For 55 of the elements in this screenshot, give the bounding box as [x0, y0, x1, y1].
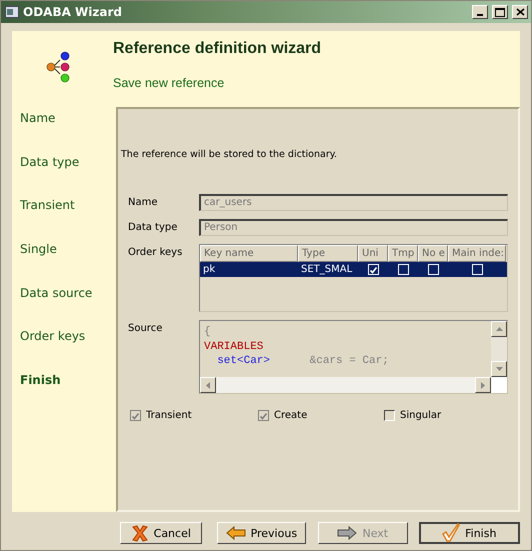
checkbox-label: Singular: [400, 410, 442, 421]
wizard-step: Single: [12, 242, 113, 286]
maximize-button[interactable]: [492, 5, 508, 19]
column-header[interactable]: Key name: [200, 245, 298, 262]
wizard-step: Order keys: [12, 329, 113, 374]
minimize-button[interactable]: [472, 5, 488, 19]
checkmark-icon: [442, 523, 460, 543]
info-message: The reference will be stored to the dictionary.: [121, 149, 338, 160]
arrow-right-icon: [337, 526, 358, 540]
close-button[interactable]: [512, 5, 528, 19]
column-header[interactable]: Type: [298, 245, 358, 262]
checkbox[interactable]: [384, 410, 395, 421]
close-icon: [516, 8, 524, 16]
wizard-title: Reference definition wizard: [113, 40, 322, 58]
code-token: {: [204, 326, 211, 338]
window-title: ODABA Wizard: [23, 5, 123, 19]
right-arrow-icon: [481, 382, 485, 388]
column-header[interactable]: Uni: [358, 245, 388, 262]
table-cell-text: SET_SMAL: [300, 264, 354, 275]
checkbox-label: Create: [274, 410, 308, 421]
previous-button[interactable]: Previous: [216, 522, 306, 544]
column-header[interactable]: Tmp: [388, 245, 418, 262]
checkbox-label: Transient: [146, 410, 192, 421]
cancel-button[interactable]: Cancel: [120, 522, 202, 544]
finish-button[interactable]: Finish: [418, 522, 520, 544]
wizard-step: Data source: [12, 286, 113, 330]
column-header[interactable]: Main inde:: [448, 245, 506, 262]
column-header[interactable]: No e: [418, 245, 448, 262]
code-token: set<Car>: [216, 355, 270, 367]
scroll-left-button[interactable]: [200, 377, 216, 393]
code-token: &cars = Car;: [308, 355, 389, 367]
maximize-icon: [495, 8, 505, 16]
scroll-down-button[interactable]: [491, 361, 507, 377]
wizard-step: Name: [12, 111, 113, 155]
text-field[interactable]: Person: [199, 219, 508, 236]
field-label: Data type: [127, 221, 178, 233]
down-arrow-icon: [496, 367, 502, 371]
arrow-left-icon: [226, 526, 246, 540]
x-icon: [130, 524, 149, 542]
field-label: Order keys: [127, 246, 184, 258]
code-token: VARIABLES: [204, 340, 264, 352]
text-field[interactable]: car_users: [199, 194, 508, 211]
wizard-step: Transient: [12, 198, 113, 242]
window-icon: [5, 6, 19, 18]
source-editor[interactable]: { VARIABLES set<Car> &cars = Car;: [199, 320, 508, 394]
left-arrow-icon: [206, 382, 210, 388]
wizard-subtitle: Save new reference: [113, 76, 226, 90]
wizard-step: Finish: [12, 373, 113, 417]
field-label: Name: [127, 196, 159, 208]
field-label: Source: [127, 322, 164, 334]
scroll-right-button[interactable]: [475, 377, 491, 393]
table-cell-text: pk: [202, 264, 216, 275]
scroll-up-button[interactable]: [491, 321, 507, 337]
up-arrow-icon: [496, 327, 502, 331]
wizard-step: Data type: [12, 154, 113, 198]
